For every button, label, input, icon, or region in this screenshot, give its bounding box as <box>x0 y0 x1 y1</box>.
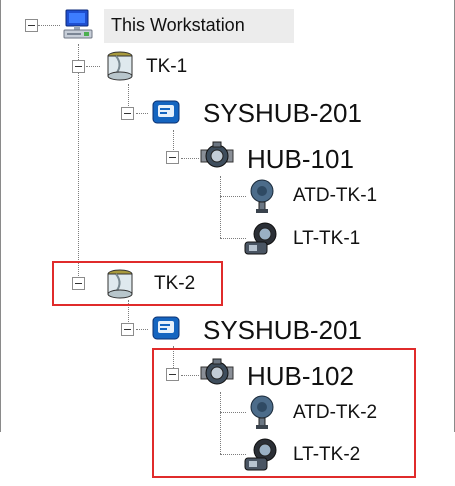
tank-icon <box>104 268 136 300</box>
tree-line <box>78 44 79 286</box>
collapse-toggle-tk2[interactable] <box>72 277 85 290</box>
level-transmitter-icon <box>243 220 281 258</box>
tree-item-label[interactable]: SYSHUB-201 <box>203 317 362 343</box>
system-hub-icon <box>150 97 182 129</box>
tree-line <box>220 176 221 238</box>
tree-item-label[interactable]: ATD-TK-2 <box>293 403 377 422</box>
tree-line <box>181 158 199 159</box>
tree-item-label[interactable]: LT-TK-2 <box>293 445 360 464</box>
collapse-toggle-tk1[interactable] <box>72 60 85 73</box>
tree-line <box>220 412 246 413</box>
tree-line <box>181 375 199 376</box>
tree-line <box>136 113 148 114</box>
tree-line <box>136 329 148 330</box>
collapse-toggle-hub102[interactable] <box>166 368 179 381</box>
temperature-transmitter-icon <box>246 178 278 216</box>
temperature-transmitter-icon <box>246 394 278 432</box>
level-transmitter-icon <box>243 436 281 474</box>
collapse-toggle-root[interactable] <box>25 19 38 32</box>
computer-icon <box>62 8 96 42</box>
hub-device-icon <box>199 357 234 389</box>
tree-line <box>38 25 60 26</box>
tank-icon <box>104 50 136 82</box>
tree-line <box>86 66 100 67</box>
tree-item-label[interactable]: This Workstation <box>111 16 245 34</box>
tree-line <box>220 392 221 454</box>
collapse-toggle-hub101[interactable] <box>166 151 179 164</box>
system-hub-icon <box>150 313 182 345</box>
tree-item-label[interactable]: HUB-101 <box>247 146 354 172</box>
tree-item-label[interactable]: TK-2 <box>154 274 195 293</box>
tree-item-label[interactable]: ATD-TK-1 <box>293 186 377 205</box>
tree-line <box>220 196 246 197</box>
tree-item-label[interactable]: SYSHUB-201 <box>203 100 362 126</box>
collapse-toggle-syshub1[interactable] <box>121 107 134 120</box>
tree-item-label[interactable]: TK-1 <box>146 57 187 76</box>
hub-device-icon <box>199 140 234 172</box>
collapse-toggle-syshub2[interactable] <box>121 323 134 336</box>
tree-item-label[interactable]: HUB-102 <box>247 363 354 389</box>
tree-item-label[interactable]: LT-TK-1 <box>293 229 360 248</box>
